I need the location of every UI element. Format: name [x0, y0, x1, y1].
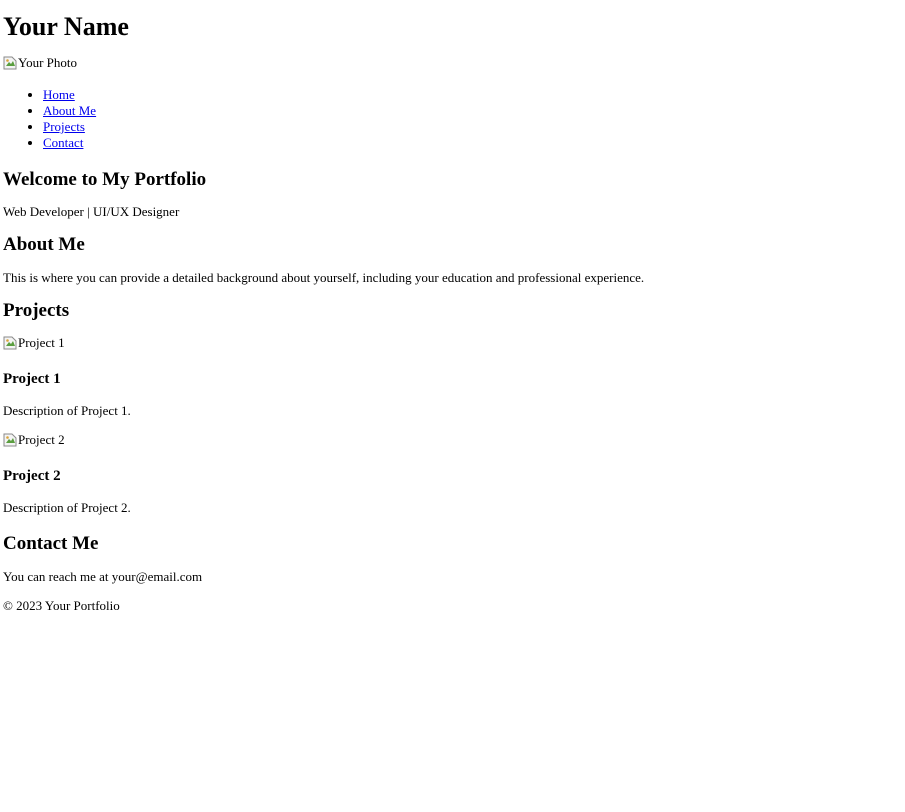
footer-text: © 2023 Your Portfolio	[3, 598, 120, 613]
about-text: This is where you can provide a detailed…	[3, 270, 645, 285]
project-image: Project 1	[3, 335, 65, 351]
nav-link-about[interactable]: About Me	[43, 103, 96, 118]
project-card: Project 1 Project 1 Description of Proje…	[3, 322, 902, 419]
project-description: Description of Project 2.	[3, 500, 131, 515]
main-nav: Home About Me Projects Contact	[3, 87, 902, 151]
project-card: Project 2 Project 2 Description of Proje…	[3, 419, 902, 516]
profile-photo: Your Photo	[3, 55, 77, 71]
profile-photo-alt: Your Photo	[18, 55, 78, 70]
page: Your Name Your Photo Home About Me Proje…	[0, 12, 905, 614]
nav-item-home: Home	[43, 87, 902, 103]
nav-item-projects: Projects	[43, 119, 902, 135]
project-title: Project 2	[3, 468, 61, 484]
hero-subtitle: Web Developer | UI/UX Designer	[3, 204, 180, 219]
nav-link-contact[interactable]: Contact	[43, 135, 83, 150]
project-image: Project 2	[3, 432, 65, 448]
contact-title: Contact Me	[3, 533, 99, 554]
project-title: Project 1	[3, 371, 61, 387]
project-description: Description of Project 1.	[3, 403, 131, 418]
site-footer: © 2023 Your Portfolio	[3, 598, 902, 614]
nav-link-projects[interactable]: Projects	[43, 119, 85, 134]
project-image-alt: Project 1	[18, 335, 65, 350]
nav-item-about: About Me	[43, 103, 902, 119]
hero-section: Welcome to My Portfolio Web Developer | …	[3, 169, 902, 220]
hero-title: Welcome to My Portfolio	[3, 169, 207, 190]
about-title: About Me	[3, 234, 85, 255]
broken-image-icon	[3, 56, 17, 70]
about-section: About Me This is where you can provide a…	[3, 234, 902, 286]
projects-title: Projects	[3, 300, 70, 321]
site-title: Your Name	[3, 12, 129, 41]
site-header: Your Name Your Photo Home About Me Proje…	[3, 12, 902, 151]
projects-section: Projects Project 1 Project 1 Description…	[3, 300, 902, 516]
nav-link-home[interactable]: Home	[43, 87, 75, 102]
nav-item-contact: Contact	[43, 135, 902, 151]
contact-section: Contact Me You can reach me at your@emai…	[3, 533, 902, 585]
broken-image-icon	[3, 433, 17, 447]
contact-text: You can reach me at your@email.com	[3, 569, 203, 584]
project-image-alt: Project 2	[18, 432, 65, 447]
broken-image-icon	[3, 336, 17, 350]
nav-list: Home About Me Projects Contact	[3, 87, 902, 151]
